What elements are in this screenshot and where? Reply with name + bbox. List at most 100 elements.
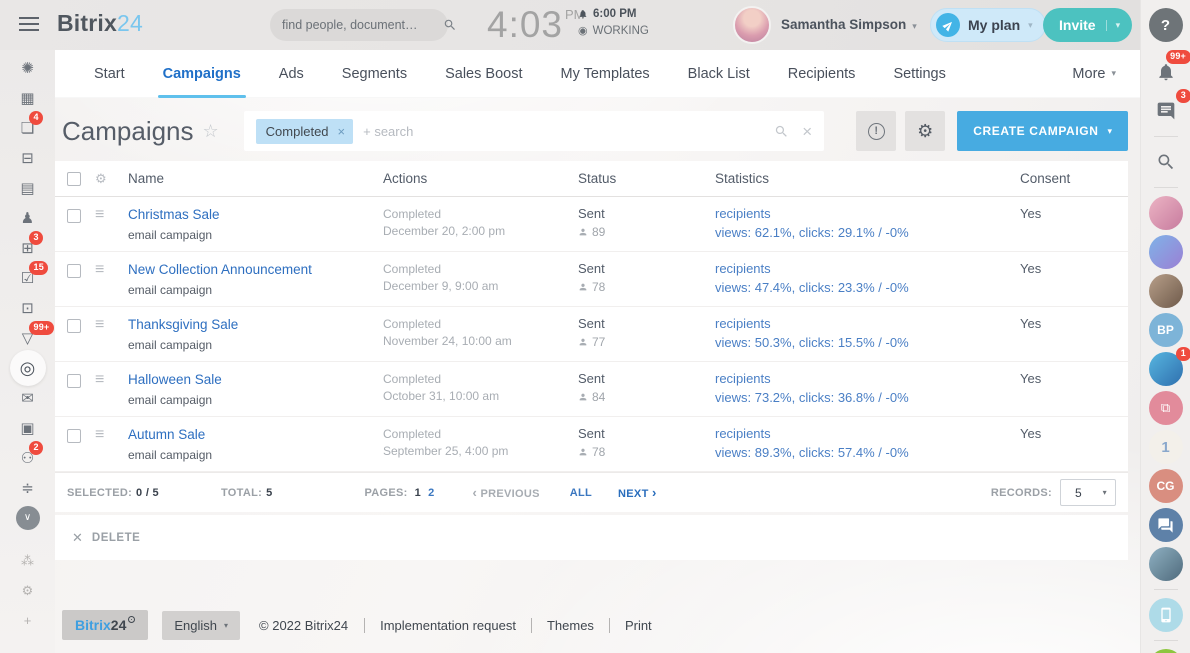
help-button[interactable]: ? <box>1149 8 1183 42</box>
contact-avatar[interactable] <box>1149 547 1183 581</box>
select-all-checkbox[interactable] <box>67 172 81 186</box>
sidebar-item-documents[interactable]: ▤ <box>0 173 55 203</box>
recipients-link[interactable]: recipients <box>715 261 1020 276</box>
sidebar-item-automation[interactable]: ⚇ 2 <box>0 443 55 473</box>
contact-avatar[interactable]: 1 <box>1149 430 1183 464</box>
print-link[interactable]: Print <box>625 618 652 633</box>
tab-segments[interactable]: Segments <box>323 50 426 98</box>
create-campaign-button[interactable]: CREATE CAMPAIGN ▾ <box>957 111 1128 151</box>
mobile-app-button[interactable] <box>1149 598 1183 632</box>
row-checkbox[interactable] <box>67 374 81 388</box>
tab-my-templates[interactable]: My Templates <box>541 50 668 98</box>
sidebar-item-marketing[interactable]: ◎ <box>0 353 55 383</box>
contact-avatar[interactable] <box>1149 196 1183 230</box>
page-1[interactable]: 1 <box>415 487 421 499</box>
sidebar-search-button[interactable] <box>1149 145 1183 179</box>
notifications-button[interactable]: 99+ <box>1149 55 1183 89</box>
campaign-name-link[interactable]: New Collection Announcement <box>128 262 312 277</box>
row-checkbox[interactable] <box>67 209 81 223</box>
sidebar-item-crm[interactable]: ▽ 99+ <box>0 323 55 353</box>
drag-handle-icon[interactable]: ≡ <box>95 262 128 278</box>
drag-handle-icon[interactable]: ≡ <box>95 207 128 223</box>
bitrix24-footer-button[interactable]: Bitrix24 <box>62 610 148 640</box>
next-button[interactable]: NEXT › <box>618 485 657 500</box>
sidebar-item-expand[interactable]: ∨ <box>0 503 55 533</box>
user-avatar[interactable] <box>733 6 771 44</box>
contact-avatar[interactable] <box>1149 235 1183 269</box>
sidebar-item-drive[interactable]: ▣ <box>0 413 55 443</box>
campaign-name-link[interactable]: Thanksgiving Sale <box>128 317 238 332</box>
tab-campaigns[interactable]: Campaigns <box>144 50 260 98</box>
recipients-link[interactable]: recipients <box>715 371 1020 386</box>
global-search-input[interactable] <box>282 18 443 32</box>
all-button[interactable]: ALL <box>570 487 592 499</box>
previous-button[interactable]: ‹ PREVIOUS <box>473 485 540 500</box>
row-checkbox[interactable] <box>67 264 81 278</box>
recipients-link[interactable]: recipients <box>715 206 1020 221</box>
sidebar-item-contacts[interactable]: ⊡ <box>0 293 55 323</box>
sidebar-item-feed[interactable]: ✺ <box>0 53 55 83</box>
contact-avatar[interactable] <box>1149 274 1183 308</box>
filter-chip[interactable]: Completed × <box>256 119 353 144</box>
tab-sales-boost[interactable]: Sales Boost <box>426 50 541 98</box>
column-settings-icon[interactable]: ⚙ <box>95 171 128 187</box>
campaign-name-link[interactable]: Christmas Sale <box>128 207 220 222</box>
filter-search-bar[interactable]: Completed × × <box>244 111 825 151</box>
clock[interactable]: 4:03PM <box>487 4 585 46</box>
settings-button[interactable]: ⚙ <box>905 111 945 151</box>
sidebar-item-employees[interactable]: ♟ <box>0 203 55 233</box>
sidebar-item-add[interactable]: + <box>0 605 55 635</box>
row-checkbox[interactable] <box>67 429 81 443</box>
column-header-name[interactable]: Name <box>128 171 383 186</box>
sidebar-item-mail[interactable]: ✉ <box>0 383 55 413</box>
contact-avatar-initials[interactable]: CG <box>1149 469 1183 503</box>
page-2[interactable]: 2 <box>428 487 434 499</box>
column-header-status[interactable]: Status <box>578 171 715 186</box>
filter-search-input[interactable] <box>363 124 774 139</box>
stats-link[interactable]: views: 47.4%, clicks: 23.3% / -0% <box>715 280 1020 295</box>
favorite-star-icon[interactable]: ☆ <box>203 121 219 142</box>
sidebar-item-settings[interactable]: ⚙ <box>0 575 55 605</box>
user-menu[interactable]: Samantha Simpson▾ <box>781 17 917 32</box>
tab-recipients[interactable]: Recipients <box>769 50 875 98</box>
drag-handle-icon[interactable]: ≡ <box>95 427 128 443</box>
drag-handle-icon[interactable]: ≡ <box>95 372 128 388</box>
chat-button[interactable]: 3 <box>1149 94 1183 128</box>
search-icon[interactable] <box>774 124 789 139</box>
stats-link[interactable]: views: 62.1%, clicks: 29.1% / -0% <box>715 225 1020 240</box>
group-chat-button[interactable] <box>1149 508 1183 542</box>
chip-close-icon[interactable]: × <box>338 124 346 139</box>
column-header-statistics[interactable]: Statistics <box>715 171 1020 186</box>
clear-search-icon[interactable]: × <box>802 123 812 140</box>
recipients-link[interactable]: recipients <box>715 316 1020 331</box>
tab-start[interactable]: Start <box>75 50 144 98</box>
contact-avatar[interactable]: 1 <box>1149 352 1183 386</box>
invite-button[interactable]: Invite ▾ <box>1043 8 1132 42</box>
sidebar-item-preferences[interactable]: ≑ <box>0 473 55 503</box>
campaign-name-link[interactable]: Halloween Sale <box>128 372 222 387</box>
call-button[interactable] <box>1149 649 1183 653</box>
contact-avatar-initials[interactable]: BP <box>1149 313 1183 347</box>
language-select[interactable]: English ▾ <box>162 611 240 640</box>
drag-handle-icon[interactable]: ≡ <box>95 317 128 333</box>
column-header-actions[interactable]: Actions <box>383 171 578 186</box>
sidebar-item-workspace[interactable]: ▦ <box>0 83 55 113</box>
campaign-name-link[interactable]: Autumn Sale <box>128 427 205 442</box>
tab-black-list[interactable]: Black List <box>669 50 769 98</box>
tab-ads[interactable]: Ads <box>260 50 323 98</box>
tab-settings[interactable]: Settings <box>874 50 964 98</box>
themes-link[interactable]: Themes <box>547 618 594 633</box>
stats-link[interactable]: views: 89.3%, clicks: 57.4% / -0% <box>715 445 1020 460</box>
sidebar-item-tasks[interactable]: ☑ 15 <box>0 263 55 293</box>
photos-channel-button[interactable]: ⧉ <box>1149 391 1183 425</box>
info-button[interactable]: ! <box>856 111 896 151</box>
implementation-request-link[interactable]: Implementation request <box>380 618 516 633</box>
sidebar-item-inbox[interactable]: ⊟ <box>0 143 55 173</box>
tab-more[interactable]: More▾ <box>1053 50 1120 98</box>
row-checkbox[interactable] <box>67 319 81 333</box>
records-select[interactable]: 5 ▾ <box>1060 479 1116 506</box>
sidebar-item-sitemap[interactable]: ⁂ <box>0 545 55 575</box>
global-search[interactable] <box>270 9 448 41</box>
stats-link[interactable]: views: 73.2%, clicks: 36.8% / -0% <box>715 390 1020 405</box>
sidebar-item-messenger[interactable]: ❏ 4 <box>0 113 55 143</box>
